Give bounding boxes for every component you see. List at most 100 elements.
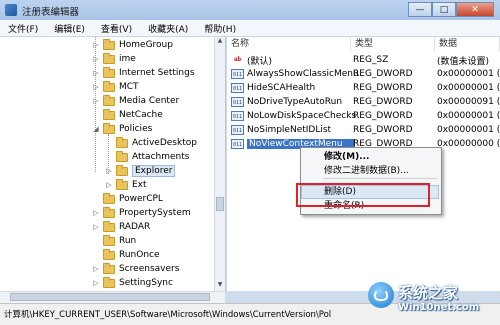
- collapse-arrow-icon[interactable]: ◢: [92, 125, 100, 133]
- tree-item-ext[interactable]: ▷ Ext: [105, 178, 147, 192]
- window-title: 注册表编辑器: [22, 7, 80, 18]
- value-row[interactable]: ab (默认) REG_SZ (数值未设置): [227, 53, 500, 67]
- expand-arrow-icon[interactable]: ▷: [92, 97, 100, 105]
- expand-arrow-icon[interactable]: ▷: [92, 279, 100, 287]
- folder-icon: [116, 150, 128, 162]
- tree-item-label: MCT: [119, 82, 139, 92]
- tree-item-run[interactable]: Run: [92, 234, 136, 248]
- dword-value-icon: 011: [231, 83, 244, 93]
- watermark-logo-icon: [368, 282, 394, 308]
- menu-separator: [323, 178, 437, 179]
- tree-item-activedesktop[interactable]: ActiveDesktop: [105, 136, 197, 150]
- expand-arrow-icon[interactable]: ▷: [92, 69, 100, 77]
- value-type: REG_SZ: [353, 55, 389, 65]
- value-row[interactable]: 011 NoLowDiskSpaceChecks REG_DWORD 0x000…: [227, 109, 500, 123]
- scrollbar-thumb[interactable]: [216, 197, 224, 211]
- value-row[interactable]: 011 AlwaysShowClassicMenu REG_DWORD 0x00…: [227, 67, 500, 81]
- tree-item-label: Media Center: [119, 96, 180, 106]
- expand-arrow-icon[interactable]: ▷: [92, 223, 100, 231]
- value-data: 0x00000091 (1: [437, 97, 500, 107]
- tree-item-label: PowerCPL: [119, 194, 163, 204]
- value-type: REG_DWORD: [353, 83, 413, 93]
- dword-value-icon: 011: [231, 125, 244, 135]
- title-bar[interactable]: 注册表编辑器 — □ ✕: [0, 0, 500, 21]
- minimize-button[interactable]: —: [408, 2, 432, 17]
- menu-view[interactable]: 查看(V): [93, 22, 140, 35]
- expand-arrow-icon[interactable]: ▷: [105, 181, 113, 189]
- window-controls: — □ ✕: [408, 2, 494, 17]
- expand-arrow-icon[interactable]: ▷: [92, 265, 100, 273]
- value-data: 0x00000001 (1): [437, 69, 500, 79]
- menu-help[interactable]: 帮助(H): [196, 22, 244, 35]
- column-header-data[interactable]: 数据: [435, 37, 500, 51]
- tree-horizontal-scrollbar[interactable]: [0, 291, 225, 303]
- folder-icon: [103, 108, 115, 120]
- maximize-button[interactable]: □: [432, 2, 456, 17]
- tree-item-internet-settings[interactable]: ▷ Internet Settings: [92, 66, 195, 80]
- value-type: REG_DWORD: [353, 125, 413, 135]
- value-row[interactable]: 011 NoDriveTypeAutoRun REG_DWORD 0x00000…: [227, 95, 500, 109]
- expand-arrow-icon[interactable]: ▷: [105, 167, 113, 175]
- tree-item-powercpl[interactable]: PowerCPL: [92, 192, 163, 206]
- tree-item-radar[interactable]: ▷ RADAR: [92, 220, 150, 234]
- key-path: 计算机\HKEY_CURRENT_USER\Software\Microsoft…: [4, 310, 332, 320]
- folder-icon: [103, 192, 115, 204]
- value-data: 0x00000001 (1): [437, 125, 500, 135]
- folder-icon: [103, 262, 115, 274]
- folder-icon: [103, 80, 115, 92]
- tree-item-settingsync[interactable]: ▷ SettingSync: [92, 276, 173, 290]
- watermark: 系统之家 Win10net.com: [368, 280, 498, 322]
- value-name: HideSCAHealth: [247, 83, 316, 93]
- expand-arrow-icon[interactable]: ▷: [92, 41, 100, 49]
- value-data: (数值未设置): [437, 56, 490, 67]
- tree-item-homegroup[interactable]: ▷ HomeGroup: [92, 38, 173, 52]
- column-header-type[interactable]: 类型: [351, 37, 435, 51]
- tree-item-attachments[interactable]: Attachments: [105, 150, 189, 164]
- scroll-up-icon[interactable]: ▲: [215, 37, 225, 47]
- tree-item-explorer[interactable]: ▷ Explorer: [105, 164, 176, 178]
- tree-item-label: PropertySystem: [119, 208, 191, 218]
- menu-favorites[interactable]: 收藏夹(A): [140, 22, 196, 35]
- tree-item-ime[interactable]: ▷ ime: [92, 52, 136, 66]
- scrollbar-thumb[interactable]: [10, 293, 210, 301]
- tree-item-screensavers[interactable]: ▷ Screensavers: [92, 262, 179, 276]
- tree-item-policies[interactable]: ◢ Policies: [92, 122, 152, 136]
- tree-item-netcache[interactable]: NetCache: [92, 108, 163, 122]
- tree-item-label: Attachments: [132, 152, 190, 162]
- menu-item-modify[interactable]: 修改(M)...: [301, 150, 441, 164]
- tree-item-label: Screensavers: [119, 264, 180, 274]
- string-value-icon: ab: [233, 56, 242, 63]
- menu-bar: 文件(F) 编辑(E) 查看(V) 收藏夹(A) 帮助(H): [0, 20, 500, 37]
- tree-item-mct[interactable]: ▷ MCT: [92, 80, 139, 94]
- value-row[interactable]: 011 NoSimpleNetIDList REG_DWORD 0x000000…: [227, 123, 500, 137]
- menu-edit[interactable]: 编辑(E): [46, 22, 93, 35]
- key-tree-pane: ▷ HomeGroup ▷ ime ▷ Internet Settings ▷ …: [0, 37, 226, 291]
- value-type: REG_DWORD: [353, 69, 413, 79]
- tree-item-label: Ext: [132, 180, 147, 190]
- tree-item-label: Run: [119, 236, 137, 246]
- folder-icon: [116, 136, 128, 148]
- menu-item-modify-binary[interactable]: 修改二进制数据(B)...: [301, 164, 441, 178]
- highlight-annotation-box: [296, 183, 430, 207]
- tree-item-media-center[interactable]: ▷ Media Center: [92, 94, 179, 108]
- tree-vertical-scrollbar[interactable]: ▲ ▼: [214, 37, 225, 291]
- folder-icon: [116, 178, 128, 190]
- close-button[interactable]: ✕: [456, 2, 494, 17]
- tree-item-label: Policies: [119, 124, 153, 134]
- tree-item-label: RADAR: [119, 222, 151, 232]
- scroll-down-icon[interactable]: ▼: [215, 281, 225, 291]
- dword-value-icon: 011: [231, 139, 244, 149]
- folder-icon: [103, 220, 115, 232]
- tree-item-propertysystem[interactable]: ▷ PropertySystem: [92, 206, 191, 220]
- value-row[interactable]: 011 HideSCAHealth REG_DWORD 0x00000001 (…: [227, 81, 500, 95]
- expand-arrow-icon[interactable]: ▷: [92, 55, 100, 63]
- value-data: 0x00000001 (1): [437, 83, 500, 93]
- expand-arrow-icon[interactable]: ▷: [92, 209, 100, 217]
- expand-arrow-icon[interactable]: ▷: [92, 83, 100, 91]
- menu-file[interactable]: 文件(F): [0, 22, 46, 35]
- column-header-name[interactable]: 名称: [227, 37, 351, 51]
- open-folder-icon: [103, 122, 115, 134]
- tree-item-runonce[interactable]: RunOnce: [92, 248, 160, 262]
- value-name: NoLowDiskSpaceChecks: [247, 111, 357, 121]
- folder-icon: [103, 206, 115, 218]
